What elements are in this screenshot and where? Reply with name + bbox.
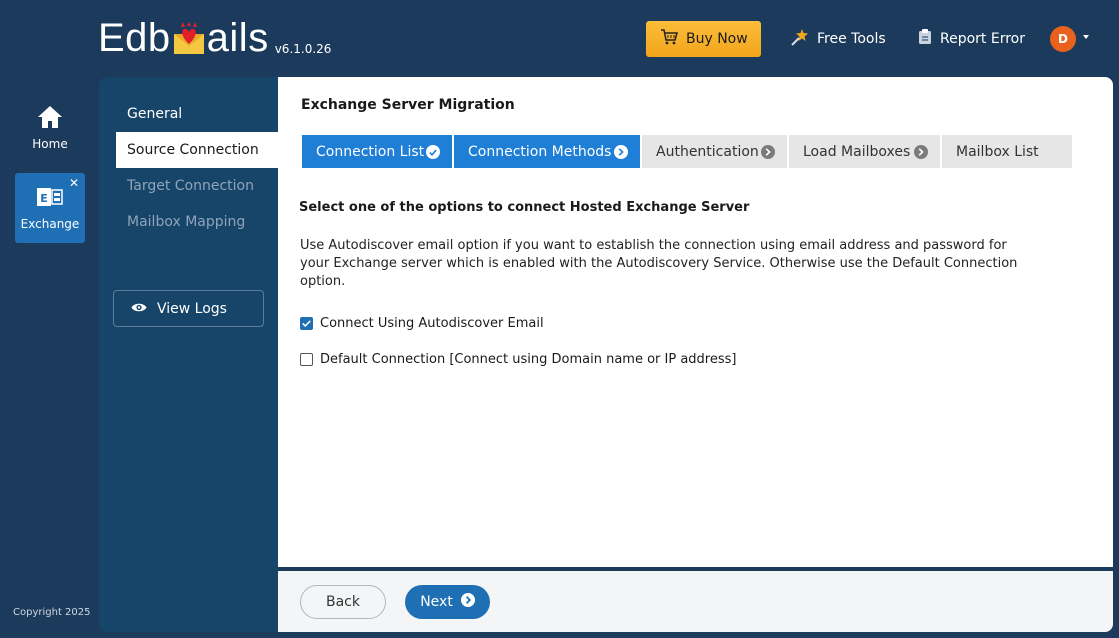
next-label: Next — [420, 594, 453, 610]
main-panel: Exchange Server Migration Connection Lis… — [278, 77, 1113, 567]
rail-home[interactable]: Home — [15, 105, 85, 163]
exchange-icon: E — [37, 186, 63, 211]
rail-exchange-label: Exchange — [20, 216, 80, 231]
step-label: Connection Methods — [468, 143, 612, 160]
close-icon[interactable]: ✕ — [69, 176, 79, 190]
app-logo: Edb ails v6.1.0.26 — [98, 16, 331, 60]
sidebar-item-general[interactable]: General — [116, 96, 279, 132]
rail-exchange[interactable]: ✕ E Exchange — [15, 173, 85, 243]
autodiscover-label: Connect Using Autodiscover Email — [320, 316, 544, 331]
next-button[interactable]: Next — [405, 585, 490, 619]
footer-bar: Back Next — [278, 571, 1113, 632]
user-avatar[interactable]: D — [1050, 26, 1076, 52]
cart-icon — [660, 29, 678, 49]
report-error-label: Report Error — [940, 30, 1025, 47]
chevron-down-icon[interactable] — [1083, 35, 1089, 39]
description-text: Use Autodiscover email option if you wan… — [300, 238, 1018, 289]
free-tools-label: Free Tools — [817, 31, 886, 47]
magic-wand-icon — [791, 28, 809, 50]
step-connection-list[interactable]: Connection List — [302, 135, 452, 168]
buy-now-label: Buy Now — [686, 31, 748, 47]
rail-home-label: Home — [32, 137, 68, 151]
step-label: Load Mailboxes — [803, 143, 911, 160]
sidebar-item-mailbox-mapping: Mailbox Mapping — [127, 214, 246, 230]
section-heading: Select one of the options to connect Hos… — [299, 200, 750, 215]
autodiscover-option[interactable]: Connect Using Autodiscover Email — [300, 316, 544, 331]
sidebar-item-source-connection[interactable]: Source Connection — [116, 132, 279, 168]
home-icon — [37, 105, 63, 132]
view-logs-button[interactable]: View Logs — [113, 290, 264, 327]
chevron-right-circle-icon — [614, 145, 628, 159]
step-authentication[interactable]: Authentication — [642, 135, 787, 168]
logo-text-suffix: ails — [206, 16, 269, 60]
step-mailbox-list[interactable]: Mailbox List — [942, 135, 1072, 168]
chevron-right-circle-icon — [914, 145, 928, 159]
eye-icon — [131, 301, 147, 317]
wizard-steps: Connection List Connection Methods Authe… — [302, 135, 1072, 168]
default-connection-option[interactable]: Default Connection [Connect using Domain… — [300, 352, 736, 367]
copyright-text: Copyright 2025 — [13, 607, 91, 618]
default-connection-label: Default Connection [Connect using Domain… — [320, 352, 737, 367]
report-error-link[interactable]: Report Error — [918, 28, 1025, 49]
envelope-logo-icon — [172, 22, 206, 56]
view-logs-label: View Logs — [157, 300, 227, 317]
sidebar-item-target-connection: Target Connection — [127, 178, 254, 194]
step-connection-methods[interactable]: Connection Methods — [454, 135, 640, 168]
clipboard-icon — [918, 28, 932, 49]
back-button[interactable]: Back — [300, 585, 386, 619]
sidebar: General Source Connection Target Connect… — [99, 77, 279, 632]
autodiscover-checkbox[interactable] — [300, 317, 313, 330]
default-connection-checkbox[interactable] — [300, 353, 313, 366]
logo-text-prefix: Edb — [98, 16, 171, 60]
chevron-right-circle-icon — [460, 593, 475, 611]
step-label: Mailbox List — [956, 143, 1039, 160]
svg-text:E: E — [40, 192, 48, 205]
buy-now-button[interactable]: Buy Now — [646, 21, 761, 57]
check-circle-icon — [426, 145, 440, 159]
step-label: Authentication — [656, 143, 759, 160]
step-load-mailboxes[interactable]: Load Mailboxes — [789, 135, 940, 168]
step-label: Connection List — [316, 143, 425, 160]
chevron-right-circle-icon — [761, 145, 775, 159]
app-version: v6.1.0.26 — [274, 42, 332, 56]
page-title: Exchange Server Migration — [301, 97, 515, 113]
free-tools-link[interactable]: Free Tools — [791, 28, 886, 50]
